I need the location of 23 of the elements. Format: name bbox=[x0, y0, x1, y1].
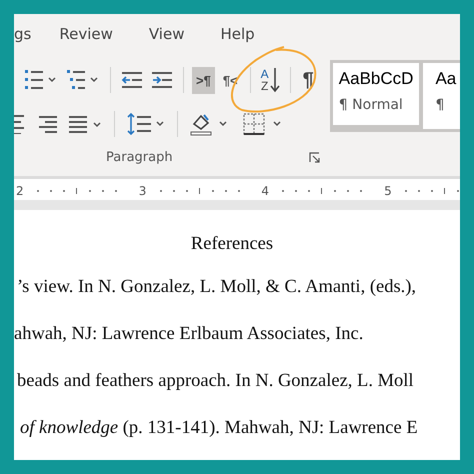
style-option[interactable]: Aa ¶ bbox=[429, 63, 460, 129]
ribbon-tab[interactable]: Help bbox=[220, 25, 255, 43]
ruler-number: 2 bbox=[16, 184, 25, 198]
ribbon-tab[interactable]: View bbox=[148, 25, 184, 43]
sort-button[interactable]: A Z bbox=[258, 67, 282, 93]
group-label: Paragraph bbox=[106, 150, 173, 164]
ribbon-tab[interactable]: Review bbox=[59, 25, 113, 43]
ribbon-tab[interactable]: gs bbox=[14, 25, 32, 43]
reference-text: ahwah, NJ: Lawrence Erlbaum Associates, Inc. bbox=[14, 323, 364, 346]
dialog-launcher-icon[interactable] bbox=[308, 152, 320, 162]
style-option[interactable]: AaBbCcD ¶ Normal bbox=[332, 63, 424, 129]
left-to-right-button[interactable]: >¶ bbox=[192, 66, 215, 94]
increase-indent-button[interactable] bbox=[149, 70, 175, 90]
ruler-number: 3 bbox=[138, 184, 148, 198]
reference-text: beads and feathers approach. In N. Gonzalez, L. Moll bbox=[16, 370, 415, 393]
ruler-number: 4 bbox=[261, 184, 270, 198]
ruler-number: 5 bbox=[384, 184, 393, 198]
right-to-left-button[interactable]: ¶< bbox=[218, 66, 242, 94]
reference-text: ’s view. In N. Gonzalez, L. Moll, & C. Amanti, (eds.), bbox=[16, 276, 418, 299]
reference-text: of knowledge (p. 131-141). Mahwah, NJ: Lawrence E bbox=[19, 417, 419, 440]
align-right-button[interactable] bbox=[36, 114, 60, 134]
decrease-indent-button[interactable] bbox=[119, 70, 145, 90]
references-heading: References bbox=[190, 234, 274, 256]
